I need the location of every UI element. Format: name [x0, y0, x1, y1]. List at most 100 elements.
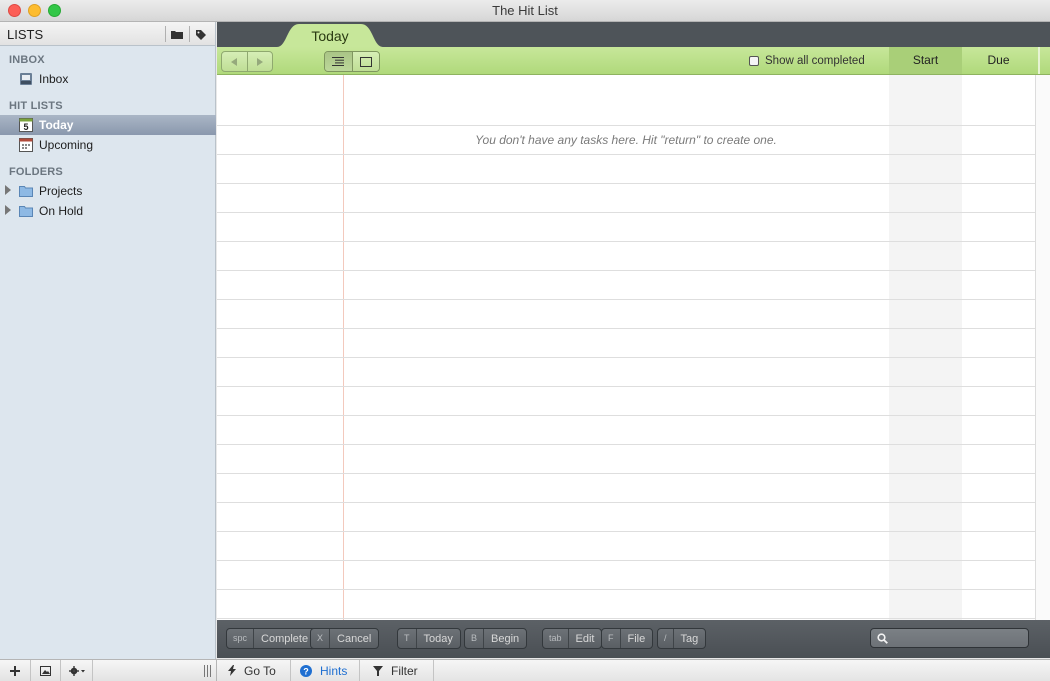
hint-key: spc — [227, 629, 255, 648]
sidebar-item-upcoming[interactable]: Upcoming — [0, 135, 216, 155]
vertical-scrollbar[interactable] — [1035, 75, 1050, 620]
section-folders: FOLDERS — [9, 166, 63, 178]
tab-bar: Today — [217, 22, 1050, 47]
show-all-completed-toggle[interactable]: Show all completed — [749, 55, 865, 67]
svg-text:?: ? — [303, 666, 309, 676]
hints-bar: spc Complete X Cancel T Today B Begin ta… — [217, 620, 1050, 658]
add-list-button[interactable] — [0, 660, 31, 681]
bottom-action-bar: Go To ? Hints Filter — [217, 659, 1050, 681]
row-divider — [217, 444, 1035, 445]
navigation-buttons — [221, 51, 273, 72]
hints-button[interactable]: ? Hints — [291, 660, 360, 681]
hint-label: Today — [423, 632, 453, 645]
row-divider — [217, 415, 1035, 416]
image-button[interactable] — [31, 660, 61, 681]
section-hit-lists: HIT LISTS — [9, 100, 63, 112]
hint-label: Edit — [575, 632, 595, 645]
zoom-window-button[interactable] — [48, 4, 61, 17]
hint-label: Tag — [680, 632, 699, 645]
hint-label: Complete — [261, 632, 309, 645]
row-divider — [217, 589, 1035, 590]
hint-key: T — [398, 629, 417, 648]
hint-label: File — [627, 632, 646, 645]
row-divider — [217, 154, 1035, 155]
start-column — [889, 75, 962, 620]
hint-begin[interactable]: B Begin — [464, 628, 528, 649]
hint-key: tab — [543, 629, 569, 648]
forward-button[interactable] — [246, 52, 273, 71]
margin-line — [343, 75, 344, 620]
sidebar-bottom-bar — [0, 659, 217, 681]
row-divider — [217, 328, 1035, 329]
column-header-due[interactable]: Due — [962, 47, 1035, 74]
plus-icon — [10, 666, 20, 676]
sidebar-item-label: Projects — [39, 184, 83, 198]
settings-menu-button[interactable] — [61, 660, 93, 681]
funnel-icon — [373, 665, 383, 676]
tag-icon — [196, 29, 206, 40]
hint-complete[interactable]: spc Complete — [226, 628, 317, 649]
list-view-icon — [332, 57, 345, 66]
close-window-button[interactable] — [8, 4, 21, 17]
show-all-completed-label: Show all completed — [765, 55, 865, 67]
tab-today[interactable]: Today — [277, 22, 383, 47]
hint-today[interactable]: T Today — [397, 628, 461, 649]
row-divider — [217, 386, 1035, 387]
single-pane-icon — [359, 56, 372, 67]
help-icon: ? — [300, 664, 312, 677]
inbox-tray-icon — [20, 73, 32, 85]
new-folder-button[interactable] — [165, 26, 187, 42]
disclosure-triangle-icon[interactable] — [5, 185, 11, 195]
search-input[interactable] — [870, 628, 1029, 648]
search-icon — [877, 633, 888, 644]
chevron-right-icon — [256, 57, 263, 66]
svg-text:5: 5 — [23, 122, 28, 132]
row-divider — [217, 125, 1035, 126]
back-button[interactable] — [222, 52, 247, 71]
detail-view-button[interactable] — [351, 52, 379, 71]
lists-title: LISTS — [7, 27, 44, 42]
sidebar-item-label: On Hold — [39, 204, 84, 218]
hint-key: / — [658, 629, 674, 648]
hint-label: Cancel — [337, 632, 372, 645]
row-divider — [217, 531, 1035, 532]
sidebar-item-on-hold[interactable]: On Hold — [0, 201, 216, 221]
gear-icon — [68, 666, 85, 676]
hint-tag[interactable]: / Tag — [657, 628, 707, 649]
tags-button[interactable] — [189, 26, 211, 42]
resize-handle-icon[interactable] — [203, 665, 211, 677]
hints-label: Hints — [320, 663, 348, 678]
image-icon — [40, 666, 51, 676]
list-toolbar: Show all completed Start Due — [217, 47, 1050, 75]
hint-cancel[interactable]: X Cancel — [310, 628, 380, 649]
hint-key: B — [465, 629, 485, 648]
list-view-button[interactable] — [325, 52, 352, 71]
folder-icon — [19, 206, 33, 217]
sidebar-item-today[interactable]: 5 Today — [0, 115, 216, 135]
sidebar-item-projects[interactable]: Projects — [0, 181, 216, 201]
goto-button[interactable]: Go To — [217, 660, 291, 681]
lists-header: LISTS — [0, 22, 215, 46]
hint-file[interactable]: F File — [601, 628, 654, 649]
disclosure-triangle-icon[interactable] — [5, 205, 11, 215]
chevron-left-icon — [231, 57, 238, 66]
row-divider — [217, 299, 1035, 300]
task-list[interactable]: You don't have any tasks here. Hit "retu… — [217, 75, 1050, 620]
row-divider — [217, 560, 1035, 561]
minimize-window-button[interactable] — [28, 4, 41, 17]
filter-button[interactable]: Filter — [360, 660, 434, 681]
sidebar-item-inbox[interactable]: Inbox — [0, 69, 216, 89]
sidebar-item-label: Upcoming — [39, 138, 94, 152]
row-divider — [217, 241, 1035, 242]
toolbar-divider — [1038, 47, 1040, 74]
column-header-start[interactable]: Start — [889, 47, 962, 74]
calendar-today-icon: 5 — [19, 118, 33, 132]
row-divider — [217, 212, 1035, 213]
folder-icon — [170, 31, 183, 39]
show-all-completed-checkbox[interactable] — [749, 56, 759, 66]
row-divider — [217, 473, 1035, 474]
hint-edit[interactable]: tab Edit — [542, 628, 603, 649]
row-divider — [217, 502, 1035, 503]
tab-label: Today — [311, 28, 349, 44]
view-mode-toggle — [324, 51, 380, 72]
